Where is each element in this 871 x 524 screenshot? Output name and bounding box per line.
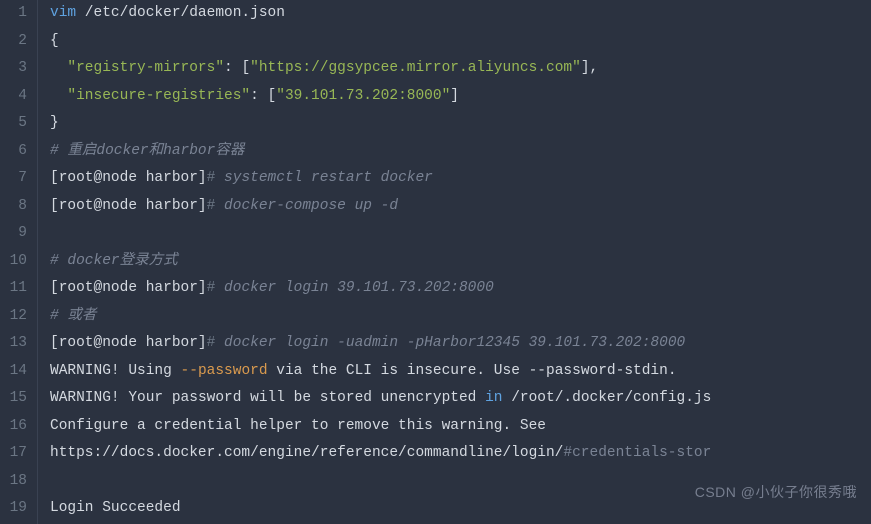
code-line: [root@node harbor]# systemctl restart do… <box>50 165 871 193</box>
brace: } <box>50 115 59 131</box>
json-key: "registry-mirrors" <box>67 60 224 76</box>
json-string: "39.101.73.202:8000" <box>276 88 450 104</box>
code-line: # docker登录方式 <box>50 248 871 276</box>
url-fragment: #credentials-stor <box>563 445 711 461</box>
code-line: "registry-mirrors": ["https://ggsypcee.m… <box>50 55 871 83</box>
line-number: 7 <box>8 165 27 193</box>
code-editor: 1 2 3 4 5 6 7 8 9 10 11 12 13 14 15 16 1… <box>0 0 871 524</box>
line-number: 4 <box>8 83 27 111</box>
line-number: 19 <box>8 495 27 523</box>
line-number: 16 <box>8 413 27 441</box>
shell-prompt: [root@node harbor] <box>50 280 207 296</box>
code-line: # 或者 <box>50 303 871 331</box>
line-number: 3 <box>8 55 27 83</box>
code-line: Configure a credential helper to remove … <box>50 413 871 441</box>
comment-hash: # <box>50 253 59 269</box>
line-number: 18 <box>8 468 27 496</box>
shell-command: docker login -uadmin -pHarbor12345 39.10… <box>215 335 685 351</box>
code-line: [root@node harbor]# docker login 39.101.… <box>50 275 871 303</box>
keyword-in: in <box>485 390 502 406</box>
output-text: Login Succeeded <box>50 500 181 516</box>
json-string: "https://ggsypcee.mirror.aliyuncs.com" <box>250 60 581 76</box>
comment-text: 或者 <box>59 308 97 324</box>
shell-command: systemctl restart docker <box>215 170 433 186</box>
line-number: 9 <box>8 220 27 248</box>
code-line: [root@node harbor]# docker-compose up -d <box>50 193 871 221</box>
warning-label: WARNING! <box>50 363 120 379</box>
comment-hash: # <box>50 308 59 324</box>
code-line: } <box>50 110 871 138</box>
command-keyword: vim <box>50 5 76 21</box>
cli-flag: --password <box>181 363 268 379</box>
code-line: [root@node harbor]# docker login -uadmin… <box>50 330 871 358</box>
shell-command: docker-compose up -d <box>215 198 398 214</box>
line-number: 17 <box>8 440 27 468</box>
json-key: "insecure-registries" <box>67 88 250 104</box>
line-number: 13 <box>8 330 27 358</box>
shell-prompt: [root@node harbor] <box>50 198 207 214</box>
line-number: 8 <box>8 193 27 221</box>
watermark-text: CSDN @小伙子你很秀哦 <box>695 479 857 506</box>
line-number: 1 <box>8 0 27 28</box>
comment-hash: # <box>50 143 59 159</box>
code-line: vim /etc/docker/daemon.json <box>50 0 871 28</box>
line-number: 6 <box>8 138 27 166</box>
line-number: 15 <box>8 385 27 413</box>
line-number-gutter: 1 2 3 4 5 6 7 8 9 10 11 12 13 14 15 16 1… <box>0 0 38 524</box>
code-line-empty <box>50 220 871 248</box>
brace: { <box>50 33 59 49</box>
code-line: https://docs.docker.com/engine/reference… <box>50 440 871 468</box>
comment-text: docker登录方式 <box>59 253 178 269</box>
line-number: 11 <box>8 275 27 303</box>
comment-text: 重启docker和harbor容器 <box>59 143 245 159</box>
code-line: { <box>50 28 871 56</box>
shell-prompt: [root@node harbor] <box>50 170 207 186</box>
code-line: "insecure-registries": ["39.101.73.202:8… <box>50 83 871 111</box>
shell-prompt: [root@node harbor] <box>50 335 207 351</box>
url-text: https://docs.docker.com/engine/reference… <box>50 445 563 461</box>
line-number: 2 <box>8 28 27 56</box>
line-number: 10 <box>8 248 27 276</box>
line-number: 12 <box>8 303 27 331</box>
warning-label: WARNING! <box>50 390 120 406</box>
code-line: # 重启docker和harbor容器 <box>50 138 871 166</box>
shell-command: docker login 39.101.73.202:8000 <box>215 280 493 296</box>
output-text: Configure a credential helper to remove … <box>50 418 546 434</box>
line-number: 5 <box>8 110 27 138</box>
code-area[interactable]: vim /etc/docker/daemon.json { "registry-… <box>38 0 871 524</box>
line-number: 14 <box>8 358 27 386</box>
file-path: /etc/docker/daemon.json <box>76 5 285 21</box>
code-line: WARNING! Your password will be stored un… <box>50 385 871 413</box>
code-line: WARNING! Using --password via the CLI is… <box>50 358 871 386</box>
